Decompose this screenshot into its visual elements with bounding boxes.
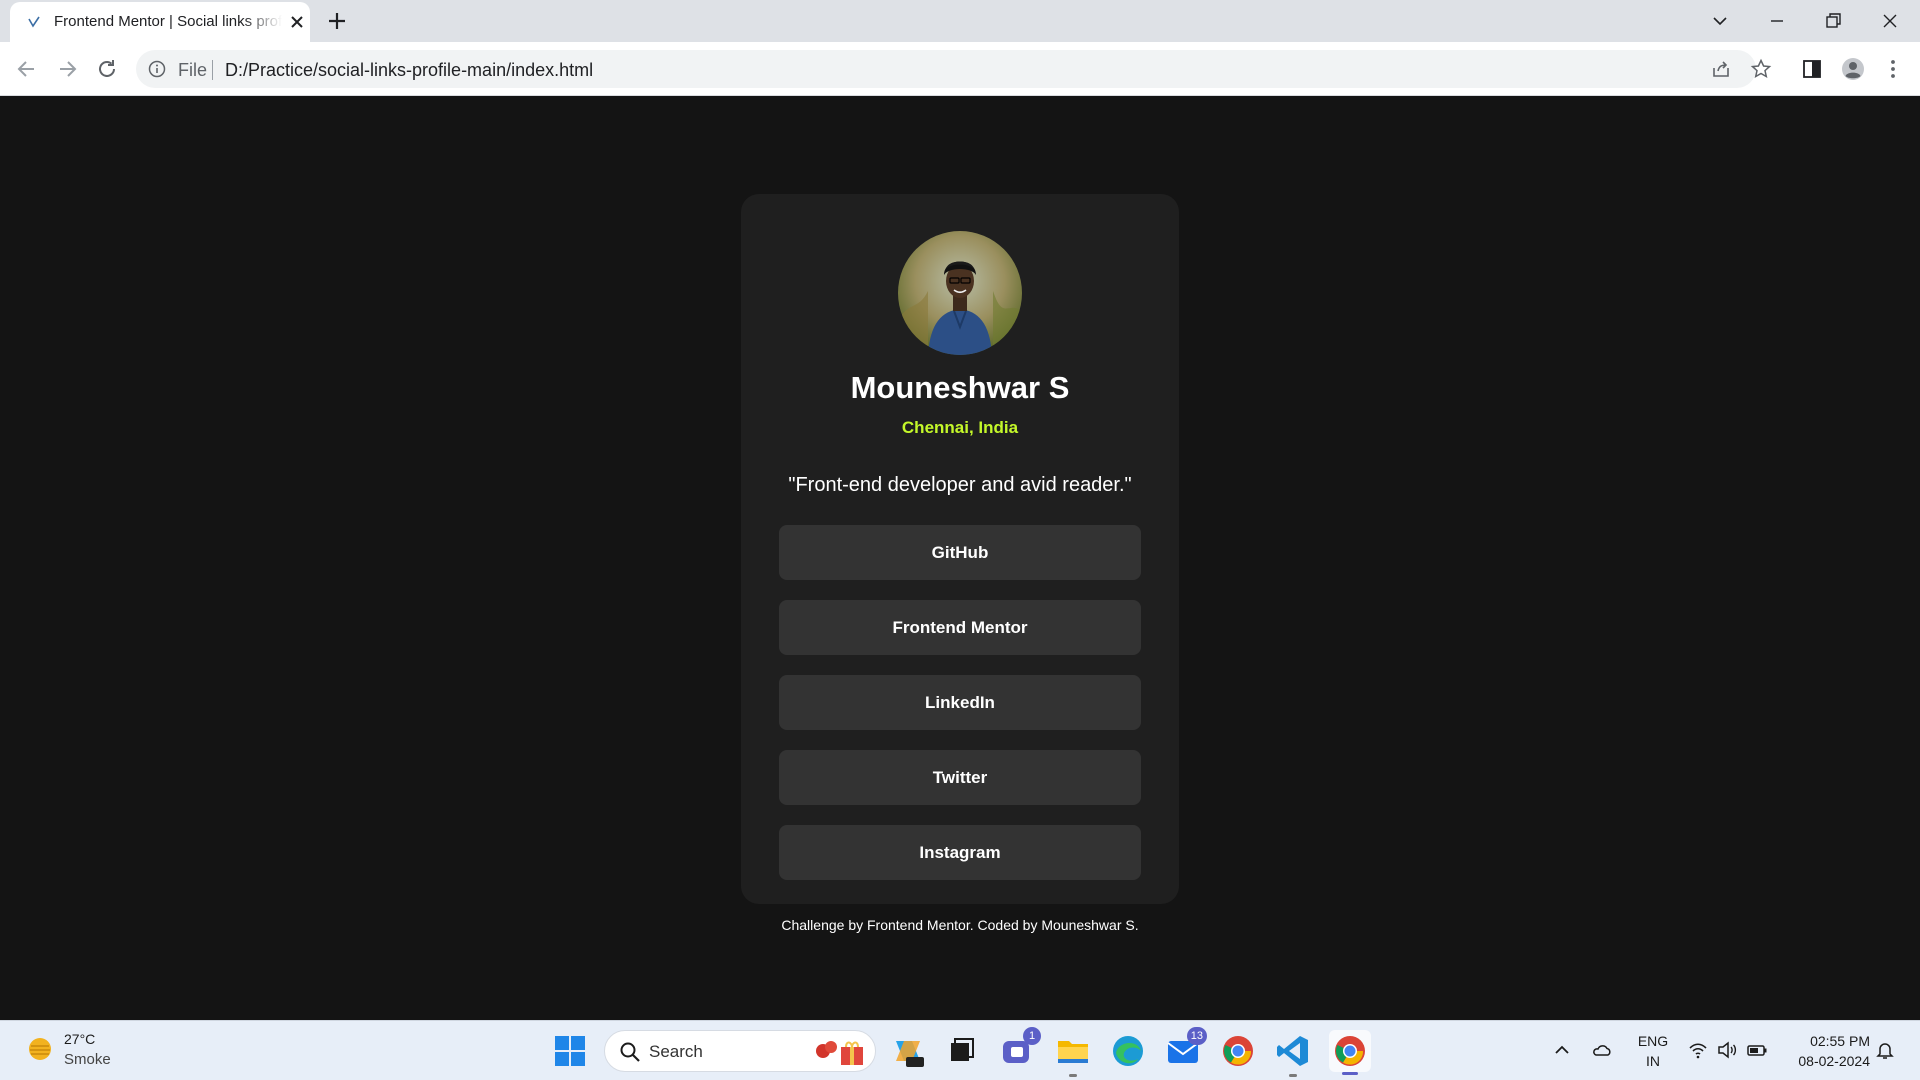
address-bar[interactable]: File D:/Practice/social-links-profile-ma… bbox=[136, 50, 1772, 88]
twitter-link-button[interactable]: Twitter bbox=[779, 750, 1141, 805]
restore-icon[interactable] bbox=[1818, 6, 1848, 36]
profile-icon[interactable] bbox=[1840, 56, 1866, 82]
teams-app[interactable]: 1 bbox=[999, 1027, 1041, 1069]
url-divider bbox=[212, 60, 213, 80]
chrome-icon bbox=[1335, 1036, 1365, 1066]
onedrive-icon[interactable] bbox=[1591, 1039, 1613, 1061]
chrome-icon[interactable] bbox=[1220, 1033, 1256, 1069]
windows-start-icon[interactable] bbox=[553, 1034, 587, 1068]
close-window-icon[interactable] bbox=[1875, 6, 1905, 36]
url-scheme: File bbox=[178, 60, 208, 80]
avatar bbox=[898, 231, 1022, 355]
bell-icon[interactable] bbox=[1874, 1039, 1896, 1061]
linkedin-link-button[interactable]: LinkedIn bbox=[779, 675, 1141, 730]
forward-arrow-icon[interactable] bbox=[54, 56, 80, 82]
edge-icon[interactable] bbox=[1110, 1033, 1146, 1069]
gift-flowers-icon bbox=[816, 1041, 863, 1065]
attribution-middle: . Coded by bbox=[969, 917, 1042, 933]
search-placeholder: Search bbox=[649, 1042, 703, 1061]
tab-title: Frontend Mentor | Social links profile bbox=[54, 13, 282, 30]
battery-icon[interactable] bbox=[1746, 1039, 1768, 1061]
menu-dots-icon[interactable] bbox=[1880, 56, 1906, 82]
clock-time: 02:55 PM bbox=[1810, 1033, 1870, 1049]
taskbar: 27°C Smoke Search 1 13 ENG IN 02:55 PM 0… bbox=[0, 1020, 1920, 1080]
instagram-link-button[interactable]: Instagram bbox=[779, 825, 1141, 880]
close-icon[interactable] bbox=[288, 13, 306, 31]
attribution-suffix: . bbox=[1134, 917, 1139, 933]
region-code: IN bbox=[1646, 1053, 1660, 1069]
clock-date: 08-02-2024 bbox=[1798, 1053, 1870, 1069]
running-indicator bbox=[1289, 1074, 1297, 1077]
tab-strip: Frontend Mentor | Social links profile bbox=[0, 0, 1920, 42]
chrome-active-app[interactable] bbox=[1329, 1030, 1371, 1075]
profile-card: Mouneshwar S Chennai, India "Front-end d… bbox=[741, 194, 1179, 904]
back-arrow-icon[interactable] bbox=[14, 56, 40, 82]
browser-toolbar: File D:/Practice/social-links-profile-ma… bbox=[0, 42, 1920, 96]
profile-location: Chennai, India bbox=[901, 418, 1019, 437]
attribution: Challenge by Frontend Mentor. Coded by M… bbox=[0, 917, 1920, 933]
favicon-icon bbox=[28, 16, 40, 28]
plus-icon[interactable] bbox=[325, 9, 349, 33]
taskbar-search[interactable]: Search bbox=[604, 1030, 876, 1072]
wifi-icon[interactable] bbox=[1687, 1039, 1709, 1061]
copilot-icon[interactable] bbox=[890, 1033, 926, 1069]
running-indicator bbox=[1069, 1074, 1077, 1077]
frontend-mentor-link-button[interactable]: Frontend Mentor bbox=[779, 600, 1141, 655]
vscode-icon bbox=[1277, 1036, 1308, 1066]
mail-badge: 13 bbox=[1186, 1027, 1207, 1045]
file-explorer-icon bbox=[1058, 1041, 1088, 1063]
chevron-up-icon[interactable] bbox=[1551, 1039, 1573, 1061]
minimize-icon[interactable] bbox=[1762, 6, 1792, 36]
github-link-button[interactable]: GitHub bbox=[779, 525, 1141, 580]
info-icon[interactable] bbox=[148, 60, 166, 78]
mail-app[interactable]: 13 bbox=[1165, 1027, 1207, 1069]
star-icon[interactable] bbox=[1750, 58, 1772, 80]
browser-tab[interactable]: Frontend Mentor | Social links profile bbox=[10, 2, 310, 42]
frontend-mentor-link[interactable]: Frontend Mentor bbox=[867, 917, 970, 933]
side-panel-icon[interactable] bbox=[1799, 56, 1825, 82]
teams-badge: 1 bbox=[1023, 1027, 1041, 1045]
vscode-app[interactable] bbox=[1275, 1033, 1311, 1077]
profile-name: Mouneshwar S bbox=[850, 370, 1070, 405]
language-code: ENG bbox=[1637, 1033, 1669, 1049]
weather-condition[interactable]: Smoke bbox=[64, 1051, 111, 1068]
url-text[interactable]: D:/Practice/social-links-profile-main/in… bbox=[225, 60, 593, 81]
search-icon bbox=[620, 1042, 640, 1062]
reload-icon[interactable] bbox=[94, 56, 120, 82]
share-icon[interactable] bbox=[1710, 58, 1732, 80]
weather-icon[interactable] bbox=[25, 1034, 55, 1064]
chevron-down-icon[interactable] bbox=[1705, 6, 1735, 36]
system-clock[interactable]: 02:55 PM 08-02-2024 bbox=[1780, 1031, 1870, 1071]
weather-temperature[interactable]: 27°C bbox=[64, 1031, 95, 1047]
language-indicator[interactable]: ENG IN bbox=[1633, 1031, 1673, 1071]
profile-bio: "Front-end developer and avid reader." bbox=[788, 474, 1132, 496]
file-explorer-app[interactable] bbox=[1055, 1033, 1091, 1077]
author-link[interactable]: Mouneshwar S bbox=[1041, 917, 1134, 933]
volume-icon[interactable] bbox=[1716, 1039, 1738, 1061]
task-view-icon[interactable] bbox=[943, 1033, 979, 1069]
attribution-prefix: Challenge by bbox=[781, 917, 867, 933]
page-viewport: Mouneshwar S Chennai, India "Front-end d… bbox=[0, 97, 1920, 1020]
active-indicator bbox=[1342, 1072, 1358, 1075]
